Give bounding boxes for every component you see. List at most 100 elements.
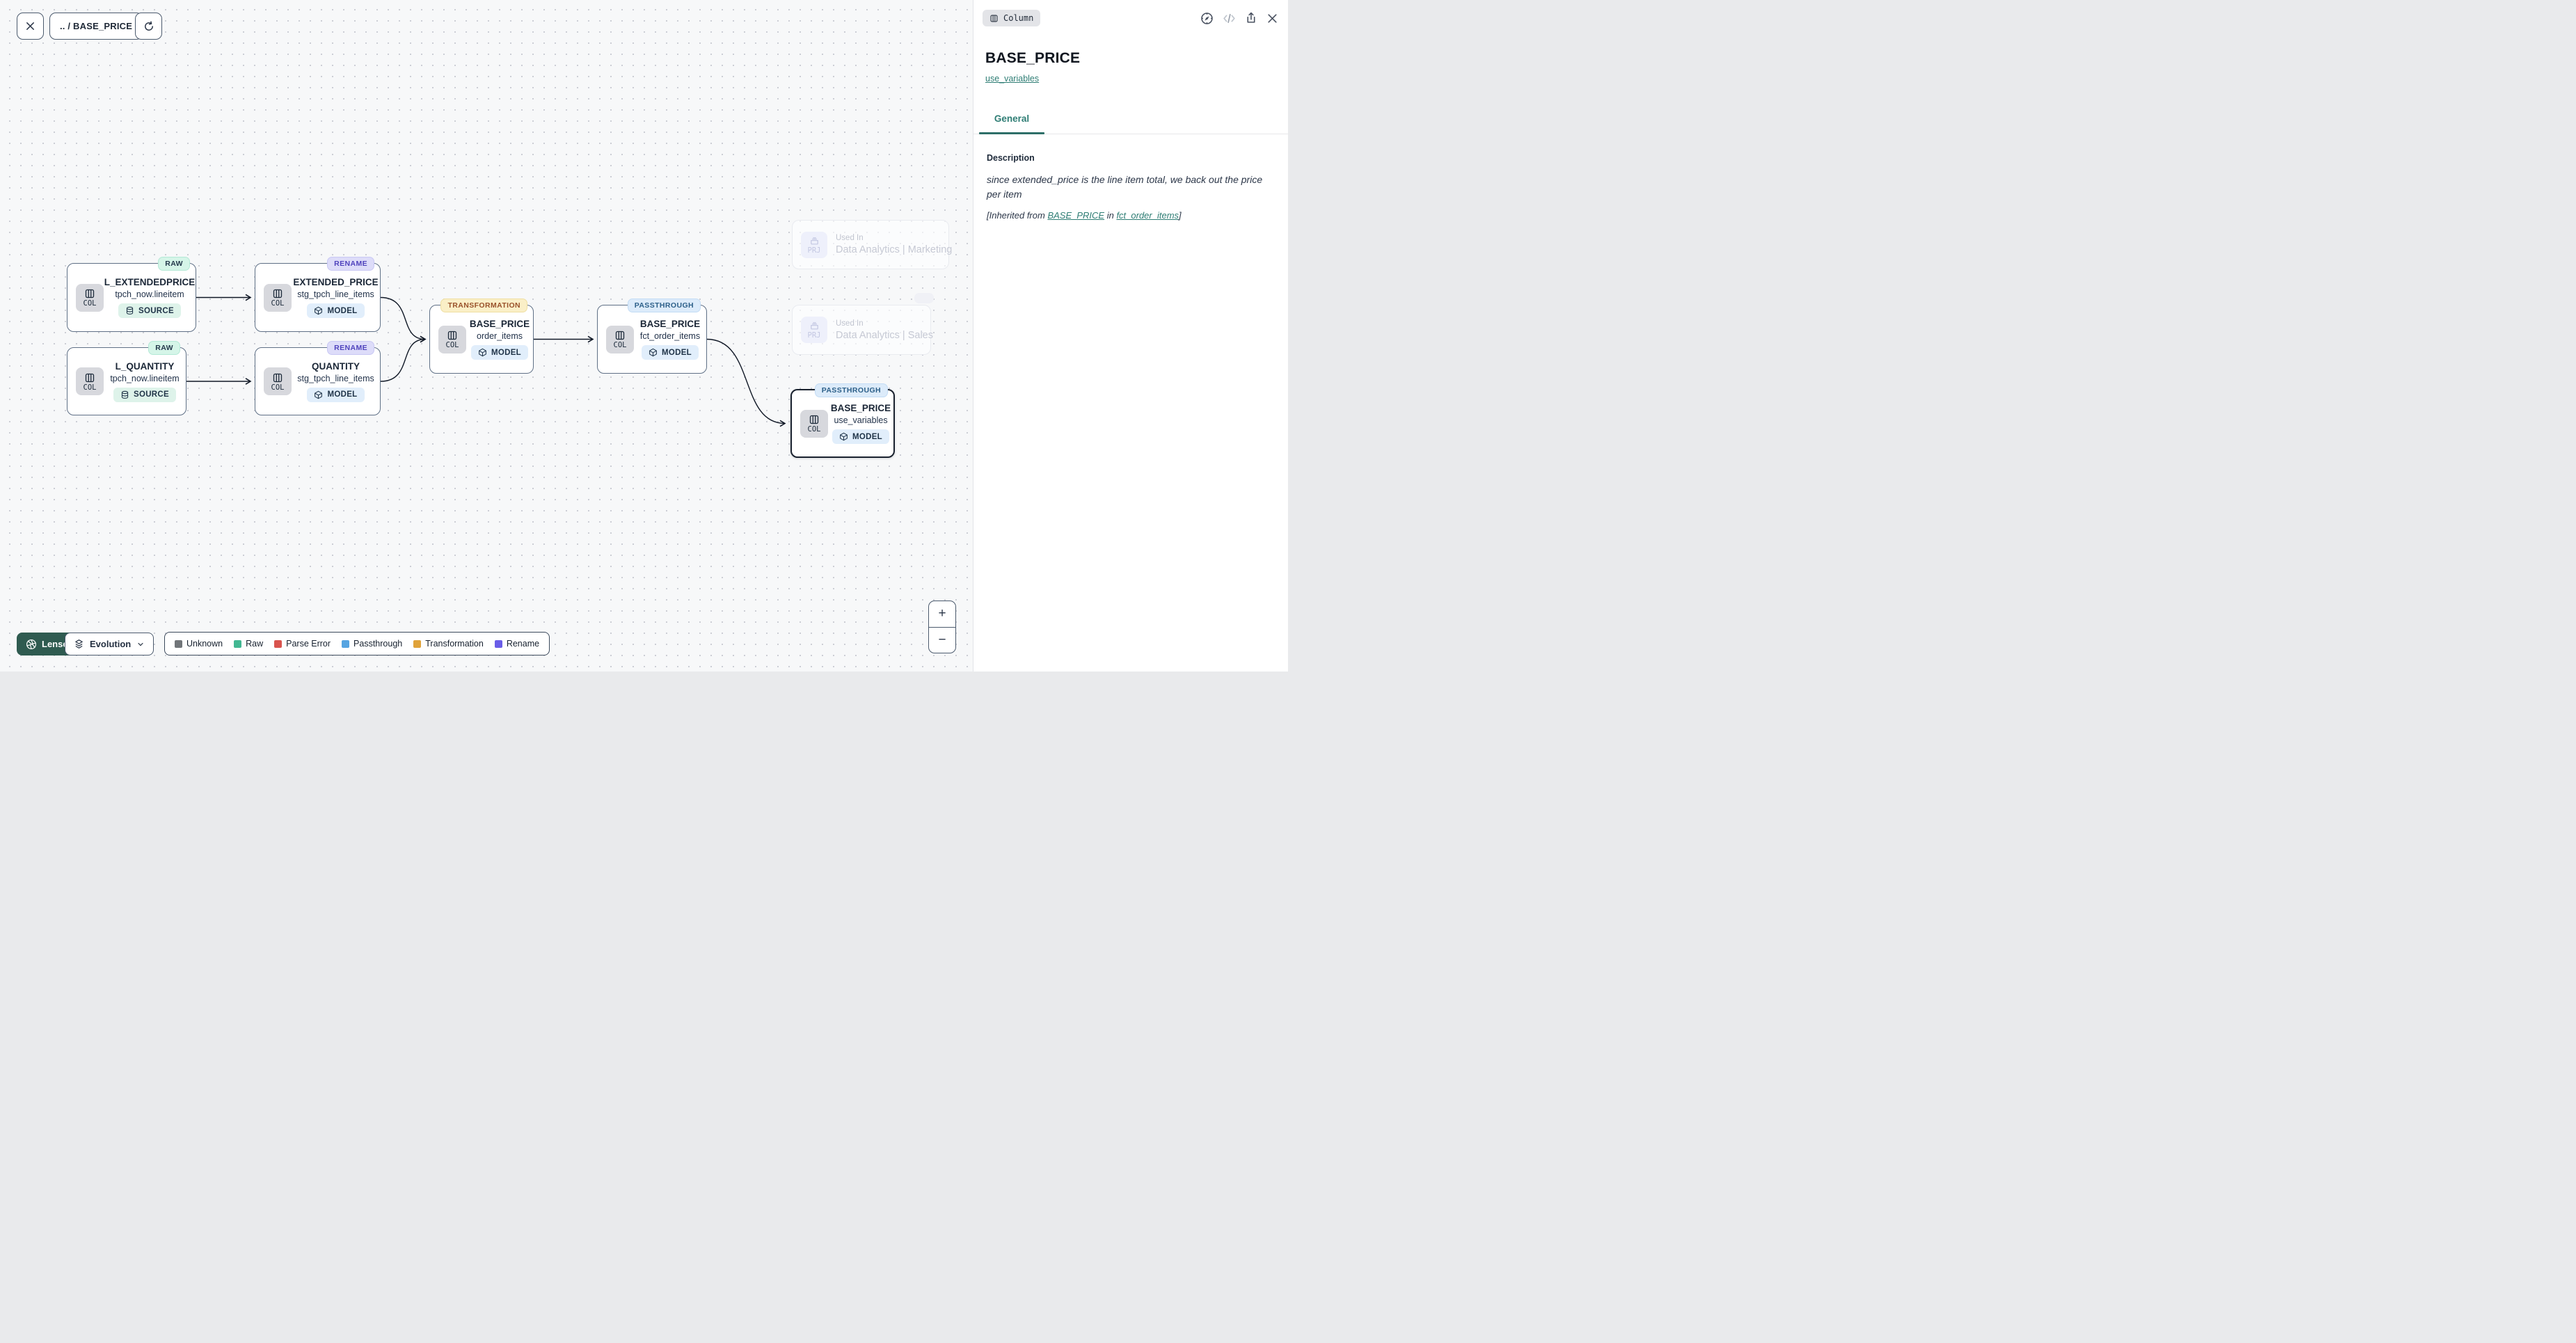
edge-extendedprice-orderitems bbox=[381, 298, 425, 340]
aperture-icon bbox=[26, 639, 37, 650]
node-title: BASE_PRICE bbox=[470, 319, 530, 329]
share-icon bbox=[1245, 12, 1257, 24]
kind-label: COL bbox=[84, 300, 97, 307]
lens-badge-rename: RENAME bbox=[327, 341, 374, 355]
project-icon bbox=[809, 321, 820, 331]
refresh-button[interactable] bbox=[135, 13, 162, 40]
lens-badge-transformation: TRANSFORMATION bbox=[440, 299, 527, 312]
used-in-label: Used In bbox=[836, 319, 933, 328]
ghost-node-used-in-marketing[interactable]: PRJ Used In Data Analytics | Marketing bbox=[792, 220, 949, 269]
node-base-price-use-variables[interactable]: PASSTHROUGH COL BASE_PRICE use_variables… bbox=[790, 389, 895, 458]
layers-icon bbox=[74, 639, 84, 649]
lens-select[interactable]: Evolution bbox=[65, 633, 154, 655]
refresh-icon bbox=[143, 21, 154, 32]
column-icon bbox=[809, 414, 820, 425]
node-subtitle: tpch_now.lineitem bbox=[115, 289, 184, 299]
legend-swatch-parse-error bbox=[274, 640, 282, 648]
column-kind-box: COL bbox=[76, 284, 104, 312]
kind-label: COL bbox=[271, 300, 285, 307]
lineage-app: .. / BASE_PRICE RAW COL L_EXTENDEDPRICE … bbox=[0, 0, 1288, 672]
lens-badge-passthrough: PASSTHROUGH bbox=[628, 299, 701, 312]
legend-item-parse-error: Parse Error bbox=[274, 639, 331, 649]
column-icon bbox=[272, 288, 283, 299]
node-subtitle: fct_order_items bbox=[640, 331, 700, 341]
node-quantity[interactable]: RENAME COL QUANTITY stg_tpch_line_items … bbox=[255, 347, 381, 415]
faded-badge bbox=[914, 293, 934, 303]
column-kind-box: COL bbox=[264, 284, 292, 312]
share-button[interactable] bbox=[1245, 12, 1257, 24]
type-badge-model: MODEL bbox=[307, 303, 364, 318]
kind-label: COL bbox=[84, 384, 97, 391]
column-kind-box: COL bbox=[606, 326, 634, 353]
panel-tabs: General bbox=[973, 111, 1288, 135]
entity-type-badge: Column bbox=[983, 10, 1040, 26]
node-l-extendedprice[interactable]: RAW COL L_EXTENDEDPRICE tpch_now.lineite… bbox=[67, 263, 196, 332]
model-link[interactable]: use_variables bbox=[985, 74, 1039, 84]
lens-badge-raw: RAW bbox=[148, 341, 180, 355]
node-subtitle: use_variables bbox=[834, 415, 887, 425]
kind-label: COL bbox=[271, 384, 285, 391]
legend-item-passthrough: Passthrough bbox=[342, 639, 402, 649]
node-base-price-order-items[interactable]: TRANSFORMATION COL BASE_PRICE order_item… bbox=[429, 305, 534, 374]
cube-icon bbox=[314, 306, 323, 315]
column-icon bbox=[84, 288, 95, 299]
edge-fctorderitems-usevariables bbox=[707, 340, 785, 424]
kind-label: PRJ bbox=[808, 332, 821, 339]
chevron-down-icon bbox=[136, 640, 145, 649]
cube-icon bbox=[478, 348, 487, 357]
lens-badge-rename: RENAME bbox=[327, 257, 374, 271]
node-title: L_QUANTITY bbox=[116, 361, 175, 372]
type-badge-source: SOURCE bbox=[118, 303, 181, 318]
project-icon bbox=[809, 236, 820, 246]
node-title: L_EXTENDEDPRICE bbox=[104, 277, 196, 287]
description-text: since extended_price is the line item to… bbox=[987, 173, 1268, 202]
column-kind-box: COL bbox=[76, 367, 104, 395]
node-subtitle: stg_tpch_line_items bbox=[297, 289, 374, 299]
node-extended-price[interactable]: RENAME COL EXTENDED_PRICE stg_tpch_line_… bbox=[255, 263, 381, 332]
node-l-quantity[interactable]: RAW COL L_QUANTITY tpch_now.lineitem SOU… bbox=[67, 347, 186, 415]
type-badge-source: SOURCE bbox=[113, 388, 176, 402]
node-title: QUANTITY bbox=[312, 361, 360, 372]
ghost-node-used-in-sales[interactable]: PRJ Used In Data Analytics | Sales bbox=[792, 305, 931, 355]
project-kind-box: PRJ bbox=[801, 317, 827, 343]
explore-compass-button[interactable] bbox=[1200, 12, 1214, 25]
node-subtitle: stg_tpch_line_items bbox=[297, 374, 374, 383]
node-title: BASE_PRICE bbox=[831, 403, 891, 413]
cube-icon bbox=[649, 348, 658, 357]
legend-item-rename: Rename bbox=[495, 639, 539, 649]
tab-general[interactable]: General bbox=[979, 113, 1044, 124]
legend-swatch-unknown bbox=[175, 640, 182, 648]
node-title: EXTENDED_PRICE bbox=[293, 277, 378, 287]
view-code-button[interactable] bbox=[1223, 12, 1236, 25]
description-heading: Description bbox=[987, 153, 1035, 163]
edge-quantity-orderitems bbox=[381, 340, 425, 382]
column-icon bbox=[989, 14, 999, 23]
type-badge-model: MODEL bbox=[471, 345, 528, 360]
inherited-column-link[interactable]: BASE_PRICE bbox=[1047, 210, 1104, 221]
zoom-controls: + − bbox=[928, 601, 956, 653]
column-icon bbox=[614, 330, 626, 341]
details-panel: Column BASE_PRICE use_variables Gener bbox=[973, 0, 1288, 672]
breadcrumb[interactable]: .. / BASE_PRICE bbox=[49, 13, 143, 40]
project-kind-box: PRJ bbox=[801, 232, 827, 258]
legend-item-unknown: Unknown bbox=[175, 639, 223, 649]
kind-label: COL bbox=[808, 426, 821, 433]
used-in-name: Data Analytics | Sales bbox=[836, 330, 933, 341]
column-icon bbox=[447, 330, 458, 341]
lens-badge-raw: RAW bbox=[158, 257, 190, 271]
legend-swatch-passthrough bbox=[342, 640, 349, 648]
cube-icon bbox=[839, 432, 848, 441]
inherited-model-link[interactable]: fct_order_items bbox=[1116, 210, 1179, 221]
node-base-price-fct-order-items[interactable]: PASSTHROUGH COL BASE_PRICE fct_order_ite… bbox=[597, 305, 707, 374]
legend-item-transformation: Transformation bbox=[413, 639, 484, 649]
legend-swatch-transformation bbox=[413, 640, 421, 648]
code-icon bbox=[1223, 12, 1236, 25]
zoom-out-button[interactable]: − bbox=[929, 628, 955, 653]
close-lineage-button[interactable] bbox=[17, 13, 44, 40]
zoom-in-button[interactable]: + bbox=[929, 601, 955, 628]
lineage-canvas[interactable]: .. / BASE_PRICE RAW COL L_EXTENDEDPRICE … bbox=[0, 0, 973, 672]
kind-label: COL bbox=[446, 342, 459, 349]
lens-selected-label: Evolution bbox=[90, 639, 131, 649]
compass-icon bbox=[1200, 12, 1214, 25]
close-panel-button[interactable] bbox=[1266, 13, 1278, 24]
